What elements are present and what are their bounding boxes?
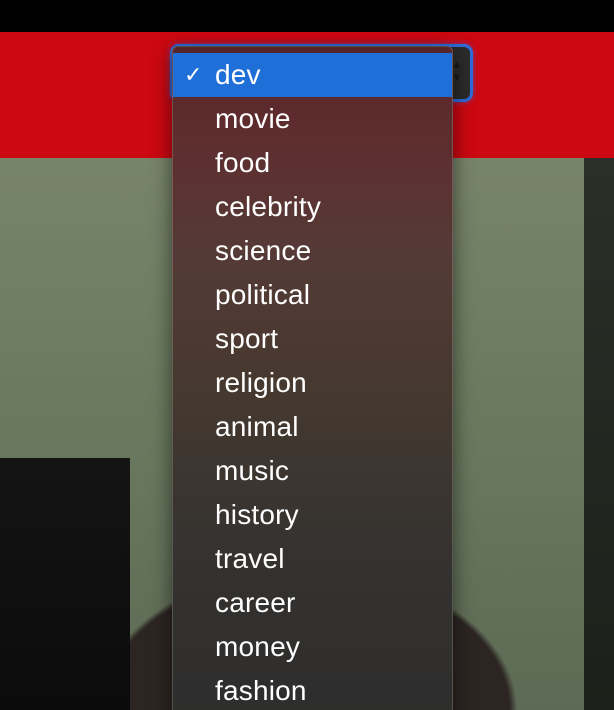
- photo-dark-object: [0, 458, 130, 710]
- option-label: science: [215, 235, 312, 266]
- option-career[interactable]: career: [173, 581, 452, 625]
- option-travel[interactable]: travel: [173, 537, 452, 581]
- chevron-down-icon: ▼: [451, 72, 463, 84]
- option-label: animal: [215, 411, 299, 442]
- option-music[interactable]: music: [173, 449, 452, 493]
- option-food[interactable]: food: [173, 141, 452, 185]
- option-label: money: [215, 631, 301, 662]
- photo-right-edge: [584, 158, 614, 710]
- option-fashion[interactable]: fashion: [173, 669, 452, 710]
- option-label: political: [215, 279, 311, 310]
- option-label: fashion: [215, 675, 307, 706]
- option-dev[interactable]: ✓ dev: [173, 53, 452, 97]
- option-label: movie: [215, 103, 291, 134]
- category-dropdown-menu: ✓ dev movie food celebrity science polit…: [172, 46, 453, 710]
- chevron-up-icon: ▲: [451, 59, 463, 71]
- checkmark-icon: ✓: [184, 62, 203, 87]
- option-label: food: [215, 147, 271, 178]
- option-label: travel: [215, 543, 285, 574]
- option-religion[interactable]: religion: [173, 361, 452, 405]
- option-label: music: [215, 455, 290, 486]
- option-sport[interactable]: sport: [173, 317, 452, 361]
- option-money[interactable]: money: [173, 625, 452, 669]
- option-label: history: [215, 499, 299, 530]
- option-label: sport: [215, 323, 279, 354]
- top-bar: [0, 0, 614, 32]
- option-celebrity[interactable]: celebrity: [173, 185, 452, 229]
- option-label: dev: [215, 59, 261, 90]
- option-history[interactable]: history: [173, 493, 452, 537]
- option-science[interactable]: science: [173, 229, 452, 273]
- option-label: celebrity: [215, 191, 322, 222]
- option-political[interactable]: political: [173, 273, 452, 317]
- option-animal[interactable]: animal: [173, 405, 452, 449]
- option-label: career: [215, 587, 296, 618]
- option-label: religion: [215, 367, 307, 398]
- option-movie[interactable]: movie: [173, 97, 452, 141]
